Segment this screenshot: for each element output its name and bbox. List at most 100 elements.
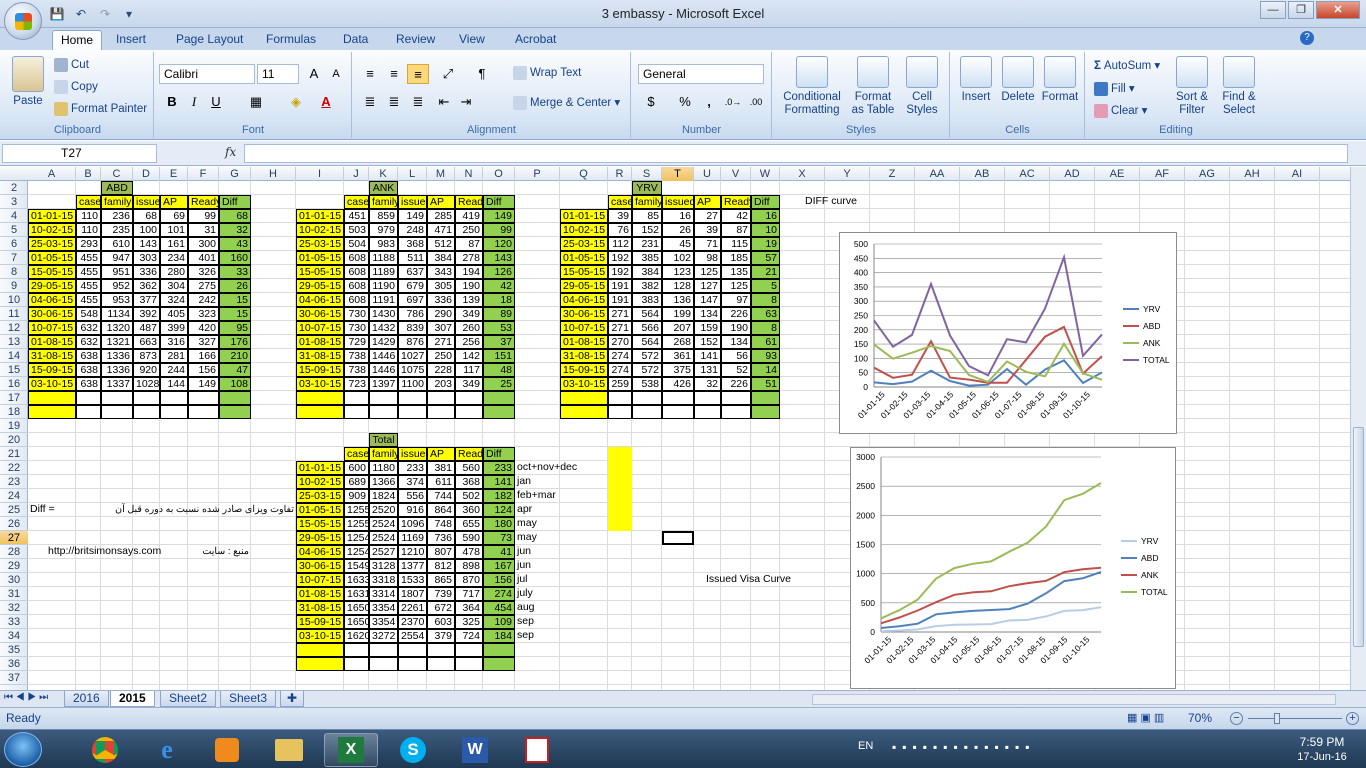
total-date[interactable]: 25-03-15 bbox=[296, 489, 344, 503]
new-sheet-icon[interactable]: ✚ bbox=[280, 691, 305, 707]
column-header-N[interactable]: N bbox=[455, 167, 483, 181]
ank-value[interactable]: 504 bbox=[344, 237, 369, 251]
abd-value[interactable]: 149 bbox=[188, 377, 219, 391]
yrv-value[interactable]: 5 bbox=[751, 279, 780, 293]
abd-value[interactable]: 101 bbox=[160, 223, 188, 237]
ank-value[interactable]: 1100 bbox=[398, 377, 427, 391]
yrv-blank[interactable] bbox=[694, 405, 721, 419]
abd-value[interactable]: 323 bbox=[188, 307, 219, 321]
ank-blank[interactable] bbox=[455, 405, 483, 419]
abd-header[interactable]: Diff bbox=[219, 195, 251, 209]
align-bottom-icon[interactable]: ≡ bbox=[407, 64, 429, 84]
ank-value[interactable]: 979 bbox=[369, 223, 398, 237]
yrv-value[interactable]: 42 bbox=[721, 209, 751, 223]
total-note[interactable]: feb+mar bbox=[515, 489, 560, 503]
abd-value[interactable]: 638 bbox=[76, 349, 101, 363]
total-note[interactable]: aug bbox=[515, 601, 560, 615]
total-value[interactable]: 1254 bbox=[344, 545, 370, 559]
abd-date[interactable]: 01-05-15 bbox=[28, 251, 76, 265]
yrv-value[interactable]: 566 bbox=[632, 321, 662, 335]
yrv-date[interactable]: 25-03-15 bbox=[560, 237, 608, 251]
total-header[interactable]: Diff bbox=[483, 447, 515, 461]
abd-value[interactable]: 144 bbox=[160, 377, 188, 391]
yrv-value[interactable]: 190 bbox=[721, 321, 751, 335]
cut-button[interactable]: Cut bbox=[54, 58, 89, 72]
ank-value[interactable]: 503 bbox=[344, 223, 369, 237]
total-value[interactable]: 184 bbox=[483, 629, 515, 643]
name-box[interactable]: T27 bbox=[2, 144, 157, 163]
merge-center-button[interactable]: Merge & Center ▾ bbox=[513, 95, 620, 110]
yrv-blank[interactable] bbox=[751, 391, 780, 405]
italic-button[interactable]: I bbox=[183, 92, 205, 112]
minimize-button[interactable]: — bbox=[1260, 1, 1286, 19]
total-value[interactable]: 1255 bbox=[344, 503, 370, 517]
abd-value[interactable]: 293 bbox=[76, 237, 101, 251]
yrv-value[interactable]: 112 bbox=[608, 237, 632, 251]
abd-value[interactable]: 1336 bbox=[101, 363, 133, 377]
row-header-23[interactable]: 23 bbox=[0, 475, 28, 489]
yrv-value[interactable]: 270 bbox=[608, 335, 632, 349]
ank-value[interactable]: 250 bbox=[455, 223, 483, 237]
total-value[interactable]: 556 bbox=[398, 489, 427, 503]
total-value[interactable]: 73 bbox=[483, 531, 515, 545]
restore-button[interactable]: ❐ bbox=[1288, 1, 1314, 19]
yrv-value[interactable]: 259 bbox=[608, 377, 632, 391]
total-value[interactable]: 603 bbox=[427, 615, 455, 629]
yrv-value[interactable]: 61 bbox=[751, 335, 780, 349]
total-value[interactable]: 600 bbox=[344, 461, 369, 475]
yrv-value[interactable]: 14 bbox=[751, 363, 780, 377]
row-header-24[interactable]: 24 bbox=[0, 489, 28, 503]
column-header-P[interactable]: P bbox=[515, 167, 560, 181]
ank-blank[interactable] bbox=[427, 391, 455, 405]
abd-value[interactable]: 316 bbox=[160, 335, 188, 349]
ank-value[interactable]: 256 bbox=[455, 335, 483, 349]
formula-input[interactable] bbox=[244, 144, 1348, 163]
yrv-value[interactable]: 192 bbox=[608, 265, 632, 279]
abd-value[interactable]: 303 bbox=[133, 251, 160, 265]
total-value[interactable]: 1366 bbox=[369, 475, 398, 489]
total-value[interactable]: 182 bbox=[483, 489, 515, 503]
total-date[interactable]: 10-07-15 bbox=[296, 573, 344, 587]
source-label[interactable]: منبع : سایت bbox=[188, 545, 251, 559]
total-date[interactable]: 15-05-15 bbox=[296, 517, 344, 531]
total-value[interactable]: 360 bbox=[455, 503, 483, 517]
total-note[interactable]: jan bbox=[515, 475, 560, 489]
row-header-27[interactable]: 27 bbox=[0, 531, 28, 545]
chart-2[interactable]: 0 500 1000 1500 2000 2500 3000 01-01-15 01-02-15… bbox=[850, 447, 1176, 689]
decrease-decimal-icon[interactable]: .00 bbox=[745, 92, 767, 112]
yrv-value[interactable]: 383 bbox=[632, 293, 662, 307]
column-header-AG[interactable]: AG bbox=[1185, 167, 1230, 181]
total-value[interactable]: 109 bbox=[483, 615, 515, 629]
yrv-value[interactable]: 136 bbox=[662, 293, 694, 307]
abd-value[interactable]: 663 bbox=[133, 335, 160, 349]
yrv-blank[interactable] bbox=[721, 405, 751, 419]
abd-value[interactable]: 176 bbox=[219, 335, 251, 349]
sheet-tab-2016[interactable]: 2016 bbox=[64, 691, 109, 707]
abd-header[interactable]: case bbox=[76, 195, 101, 209]
total-note[interactable]: may bbox=[515, 531, 560, 545]
row-header-3[interactable]: 3 bbox=[0, 195, 28, 209]
ank-value[interactable]: 151 bbox=[483, 349, 515, 363]
ank-date[interactable]: 10-07-15 bbox=[296, 321, 344, 335]
total-note[interactable]: sep bbox=[515, 615, 560, 629]
abd-value[interactable]: 638 bbox=[76, 363, 101, 377]
row-header-26[interactable]: 26 bbox=[0, 517, 28, 531]
ank-value[interactable]: 697 bbox=[398, 293, 427, 307]
yrv-value[interactable]: 19 bbox=[751, 237, 780, 251]
yrv-value[interactable]: 231 bbox=[632, 237, 662, 251]
total-date[interactable]: 01-05-15 bbox=[296, 503, 344, 517]
yrv-value[interactable]: 271 bbox=[608, 307, 632, 321]
column-header-AH[interactable]: AH bbox=[1230, 167, 1275, 181]
ank-value[interactable]: 1432 bbox=[369, 321, 398, 335]
total-value[interactable]: 364 bbox=[455, 601, 483, 615]
abd-blank[interactable] bbox=[219, 391, 251, 405]
cell-area[interactable]: ABD case family issued AP Ready Diff 01-01-15 11… bbox=[28, 181, 1350, 690]
total-note[interactable]: sep bbox=[515, 629, 560, 643]
ank-value[interactable]: 729 bbox=[344, 335, 369, 349]
yrv-value[interactable]: 39 bbox=[694, 223, 721, 237]
total-value[interactable]: 1650 bbox=[344, 601, 370, 615]
total-value[interactable]: 1807 bbox=[398, 587, 427, 601]
abd-value[interactable]: 68 bbox=[219, 209, 251, 223]
total-blank[interactable] bbox=[296, 643, 344, 657]
ank-value[interactable]: 1429 bbox=[369, 335, 398, 349]
